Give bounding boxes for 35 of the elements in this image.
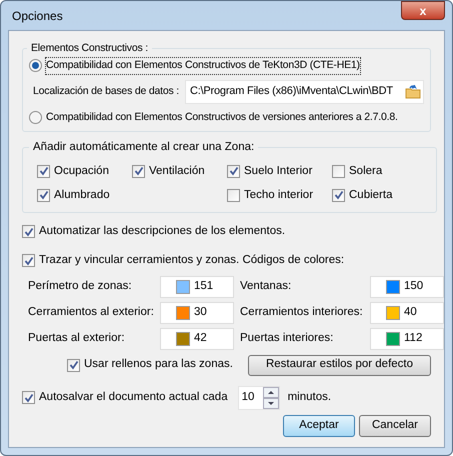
checkbox-label: Usar rellenos para las zonas. xyxy=(84,357,233,372)
color-label: Cerramientos interiores: xyxy=(239,304,364,320)
group-title: Elementos Constructivos : xyxy=(30,41,149,56)
checkbox-label: Ventilación xyxy=(149,164,205,178)
minutes-spinner[interactable]: 10 xyxy=(238,386,280,410)
color-field[interactable]: 151 xyxy=(160,276,234,298)
color-label: Ventanas: xyxy=(239,278,292,294)
checkbox-label: Automatizar las descripciones de los elementos. xyxy=(39,224,286,239)
color-label: Perímetro de zonas: xyxy=(28,278,133,294)
radio-label: Compatibilidad con Elementos Constructivos de versiones anteriores a 2.7.0.8. xyxy=(46,110,398,124)
checkbox-label: Ocupación xyxy=(54,164,109,178)
window-title: Opciones xyxy=(12,8,63,24)
database-label: Localización de bases de datos : xyxy=(33,84,179,99)
checkbox-label: Autosalvar el documento actual cada xyxy=(39,390,228,405)
dialog-button[interactable]: Cancelar xyxy=(359,415,431,437)
checkbox-label: Techo interior xyxy=(244,188,314,203)
checkbox-label: Alumbrado xyxy=(54,188,110,203)
color-label: Puertas interiores: xyxy=(239,330,334,346)
color-field[interactable]: 112 xyxy=(370,328,444,350)
radio-label: Compatibilidad con Elementos Constructivos de TeKton3D (CTE-HE1) xyxy=(46,58,360,74)
database-path-field[interactable]: C:\Program Files (x86)\iMventa\CLwin\BDT xyxy=(184,80,424,104)
color-label: Cerramientos al exterior: xyxy=(28,304,155,320)
color-label: Puertas al exterior: xyxy=(28,330,126,346)
checkbox-label: Cubierta xyxy=(349,188,392,203)
minutes-label: minutos. xyxy=(288,390,332,405)
restore-defaults-button[interactable]: Restaurar estilos por defecto xyxy=(248,354,431,376)
checkbox-label: Solera xyxy=(349,164,382,178)
color-field[interactable]: 42 xyxy=(160,328,234,350)
color-field[interactable]: 150 xyxy=(370,276,444,298)
color-field[interactable]: 30 xyxy=(160,302,234,324)
checkbox-label: Suelo Interior xyxy=(244,164,312,178)
group-title: Añadir automáticamente al crear una Zona: xyxy=(32,140,256,156)
checkbox-label: Trazar y vincular cerramientos y zonas. Códigos de colores: xyxy=(39,253,344,268)
color-field[interactable]: 40 xyxy=(370,302,444,324)
dialog-button[interactable]: Aceptar xyxy=(283,415,355,437)
